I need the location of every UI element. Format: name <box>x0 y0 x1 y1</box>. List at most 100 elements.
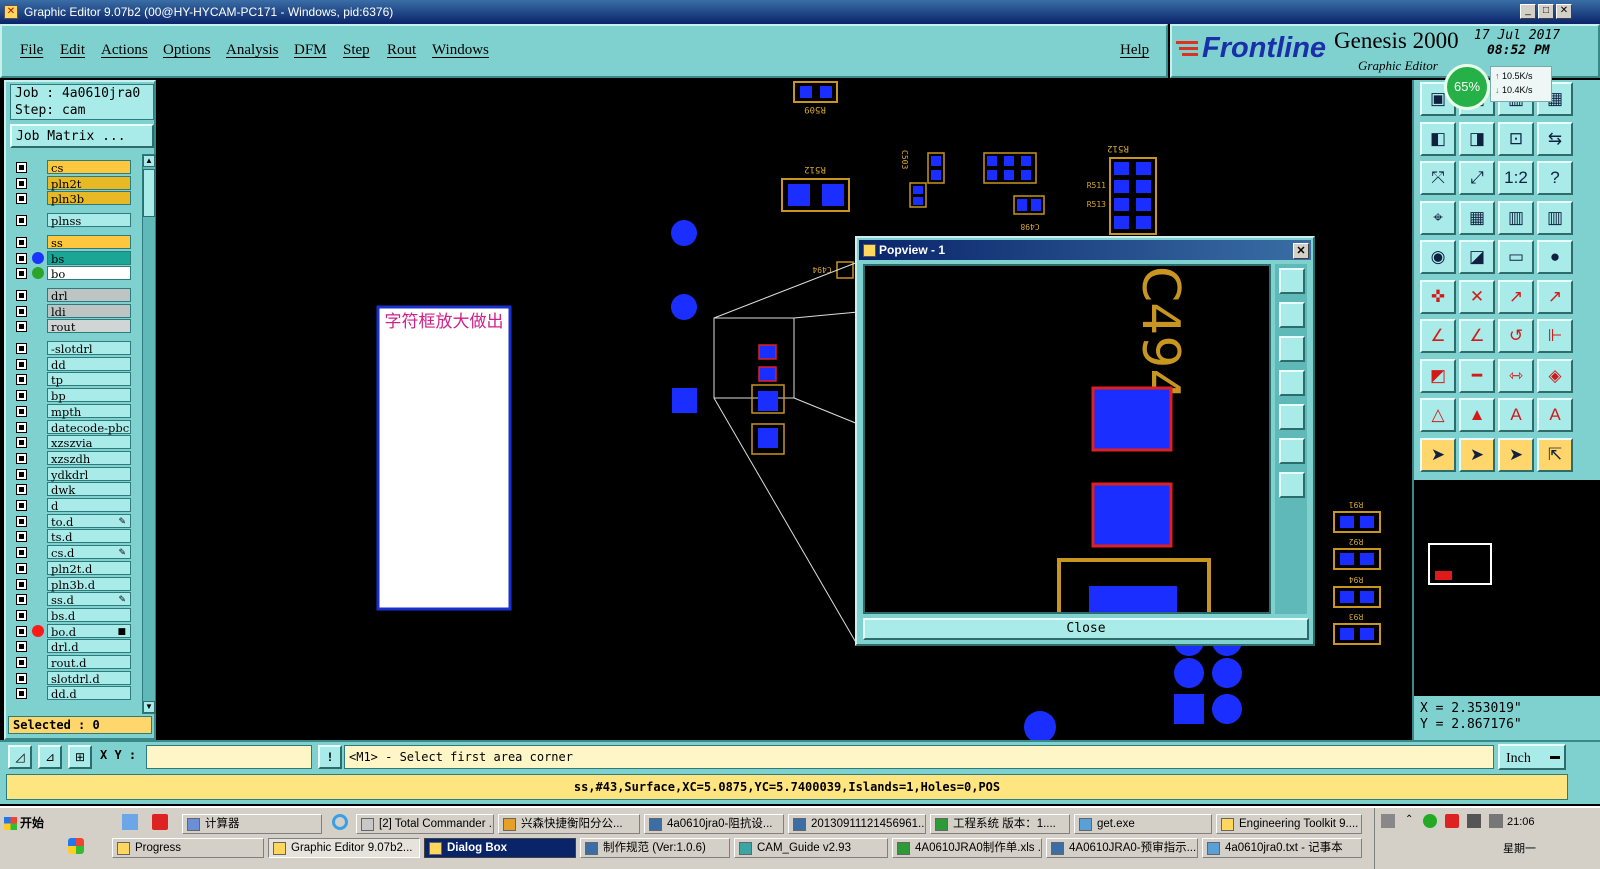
layer-checkbox[interactable] <box>16 252 27 264</box>
taskbar-item[interactable]: 计算器 <box>182 814 322 834</box>
left-icon[interactable]: ◧ <box>1420 121 1456 156</box>
layer-row[interactable]: bo <box>10 266 132 281</box>
layer-checkbox[interactable] <box>16 688 27 700</box>
layer-checkbox[interactable] <box>16 641 27 653</box>
layer-checkbox[interactable] <box>16 305 27 317</box>
taskbar-item[interactable]: Engineering Toolkit 9.... <box>1216 814 1362 834</box>
menu-options[interactable]: Options <box>163 42 211 59</box>
layer-row[interactable]: ydkdrl <box>10 466 132 482</box>
taskbar-item[interactable]: 4A0610JRA0-预审指示... <box>1046 838 1198 858</box>
layer-checkbox[interactable] <box>16 657 27 668</box>
menu-edit[interactable]: Edit <box>60 42 85 59</box>
layer-checkbox[interactable] <box>16 500 27 511</box>
layer-name[interactable]: ts.d <box>47 529 131 544</box>
layer-checkbox[interactable] <box>16 437 27 449</box>
taskbar-item[interactable]: 制作规范 (Ver:1.0.6) <box>580 838 730 858</box>
taskbar-item[interactable]: 兴森快捷衡阳分公... <box>498 814 640 834</box>
popview-pan-left-icon[interactable] <box>1279 370 1305 396</box>
taskbar-item[interactable]: get.exe <box>1074 814 1212 834</box>
ruler-icon[interactable]: ▭ <box>1498 240 1534 274</box>
tray-app-icon[interactable] <box>1423 814 1437 828</box>
quicklaunch-icon[interactable] <box>122 814 138 830</box>
layer-scrollbar[interactable]: ▲ ▼ <box>142 154 156 714</box>
zoom-box-icon[interactable]: ⤧ <box>1420 161 1456 195</box>
taskbar-item[interactable]: Dialog Box <box>424 838 576 858</box>
zoom-fit-icon[interactable]: ⤢ <box>1459 161 1495 195</box>
layer-checkbox[interactable] <box>16 268 27 280</box>
popview-zoom-in-icon[interactable] <box>1279 438 1305 464</box>
layer-name[interactable]: datecode-pbc <box>47 419 131 435</box>
popview-dialog[interactable]: Popview - 1 ✕ C494 Close <box>855 236 1315 646</box>
layer-row[interactable]: tp <box>10 372 132 387</box>
layer-checkbox[interactable] <box>16 177 27 189</box>
layer-checkbox[interactable] <box>16 578 27 590</box>
measure-icon[interactable]: ⌖ <box>1420 200 1456 235</box>
layer-checkbox[interactable] <box>16 289 27 301</box>
menu-step[interactable]: Step <box>343 42 370 59</box>
menu-analysis[interactable]: Analysis <box>226 42 279 59</box>
line-red-icon[interactable]: ━ <box>1459 358 1495 393</box>
letter-a-icon[interactable]: A <box>1498 398 1534 432</box>
layer-checkbox[interactable] <box>16 374 27 386</box>
measure-icon[interactable]: ⊿ <box>38 745 62 769</box>
layer-row[interactable]: drl <box>10 287 132 303</box>
layer-row[interactable]: plnss <box>10 213 132 228</box>
move-icon[interactable]: ↗ <box>1537 279 1573 314</box>
layer-name[interactable]: plnss <box>47 213 131 228</box>
layer-name[interactable]: bs <box>47 250 131 266</box>
layer-row[interactable]: bs.d <box>10 607 132 623</box>
layer-row[interactable]: dd.d <box>10 686 132 701</box>
minimize-button[interactable]: _ <box>1520 4 1536 19</box>
taskbar-item[interactable]: Progress <box>112 838 264 858</box>
layer-row[interactable]: bs <box>10 250 132 266</box>
snap-icon[interactable]: ◿ <box>8 745 32 769</box>
layer-checkbox[interactable] <box>16 321 27 333</box>
grid-toggle-icon[interactable]: ▦ <box>1459 200 1495 235</box>
layer-name[interactable]: pln3b <box>47 191 131 206</box>
select-icon[interactable]: ➤ <box>1420 437 1456 472</box>
arrow-up-icon[interactable]: ▲ <box>1459 398 1495 432</box>
xy-input[interactable] <box>146 745 312 769</box>
copy-icon[interactable]: ◈ <box>1537 358 1573 393</box>
layer-checkbox[interactable] <box>16 562 27 574</box>
ie-icon[interactable] <box>332 814 348 830</box>
menu-dfm[interactable]: DFM <box>294 42 327 59</box>
windows-orb-icon[interactable] <box>68 838 84 854</box>
layer-row[interactable]: pln3b.d <box>10 576 132 592</box>
layer-name[interactable]: dwk <box>47 482 131 497</box>
layer-row[interactable]: d <box>10 498 132 513</box>
scroll-thumb[interactable] <box>143 169 155 217</box>
window-titlebar[interactable]: ✕ Graphic Editor 9.07b2 (00@HY-HYCAM-PC1… <box>0 0 1600 24</box>
maximize-button[interactable]: □ <box>1538 4 1554 19</box>
layer-row[interactable]: -slotdrl <box>10 341 132 356</box>
layer-checkbox[interactable] <box>16 625 27 637</box>
popview-pan-up-icon[interactable] <box>1279 302 1305 328</box>
layer-name[interactable]: drl.d <box>47 639 131 654</box>
layer-checkbox[interactable] <box>16 594 27 606</box>
close-window-button[interactable]: ✕ <box>1556 4 1572 19</box>
layer-name[interactable]: rout <box>47 319 131 334</box>
layer-row[interactable]: ldi <box>10 303 132 319</box>
layer-checkbox[interactable] <box>16 421 27 433</box>
select4-icon[interactable]: ⇱ <box>1537 437 1573 472</box>
popview-close-button[interactable]: Close <box>863 618 1309 640</box>
network-meter-icon[interactable]: 65% <box>1444 64 1490 110</box>
taskbar-item[interactable]: 4a0610jra0-阻抗设... <box>644 814 784 834</box>
volume-icon[interactable] <box>1489 814 1503 828</box>
line-icon[interactable]: ◪ <box>1459 240 1495 274</box>
arrow-icon[interactable]: ↗ <box>1498 279 1534 314</box>
layer-checkbox[interactable] <box>16 452 27 464</box>
layer-row[interactable]: bo.d ■ <box>10 623 132 639</box>
layer-name[interactable]: dd <box>47 356 131 372</box>
layer-checkbox[interactable] <box>16 193 27 205</box>
slope-icon[interactable]: ∠ <box>1420 319 1456 353</box>
mirror-icon[interactable]: ⊩ <box>1537 319 1573 353</box>
layer-name[interactable]: mpth <box>47 403 131 419</box>
layer-name[interactable]: tp <box>47 372 131 387</box>
snap-red-icon[interactable]: ▥ <box>1498 200 1534 235</box>
right-icon[interactable]: ◨ <box>1459 121 1495 156</box>
popview-close-icon[interactable]: ✕ <box>1293 243 1309 259</box>
triangle-icon[interactable]: △ <box>1420 398 1456 432</box>
layer-name[interactable]: cs.d ✎ <box>47 545 131 560</box>
pad-icon[interactable]: ◉ <box>1420 240 1456 274</box>
